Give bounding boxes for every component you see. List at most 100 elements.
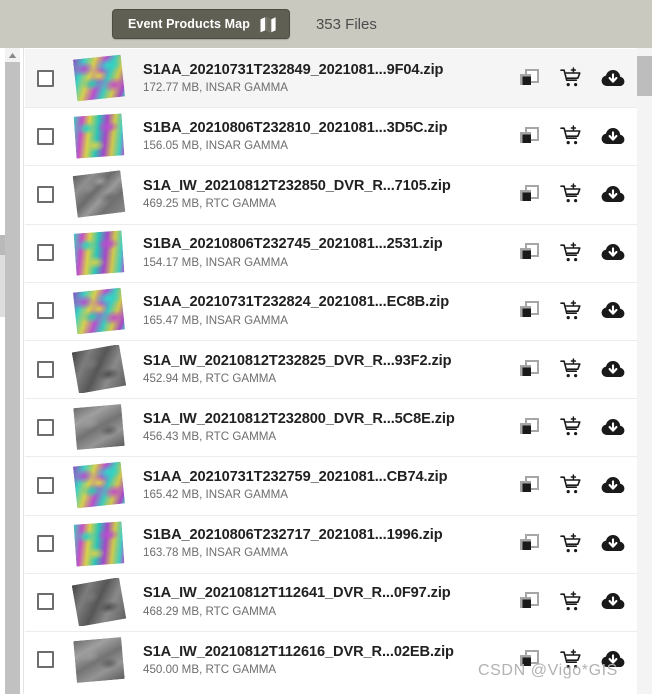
product-list-page: Event Products Map 353 Files S1AA_202107… [0,0,652,694]
thumbnail-image [72,577,127,626]
file-select-checkbox[interactable] [37,651,54,669]
file-select-checkbox[interactable] [37,593,54,611]
file-name: S1AA_20210731T232824_2021081...EC8B.zip [143,294,450,311]
file-actions [517,590,629,614]
copy-layers-icon[interactable] [517,66,541,90]
file-row[interactable]: S1AA_20210731T232824_2021081...EC8B.zip 1… [25,281,637,340]
cloud-download-icon[interactable] [601,66,625,90]
copy-layers-icon[interactable] [517,299,541,323]
cloud-download-icon[interactable] [601,590,625,614]
copy-layers-icon[interactable] [517,648,541,672]
thumbnail-image [72,170,126,219]
add-to-cart-icon[interactable] [559,648,583,672]
thumbnail-image [72,287,126,335]
file-row[interactable]: S1AA_20210731T232849_2021081...9F04.zip 1… [25,49,637,108]
add-to-cart-icon[interactable] [559,415,583,439]
file-actions [517,299,629,323]
add-to-cart-icon[interactable] [559,590,583,614]
file-details: 165.42 MB, INSAR GAMMA [143,488,288,502]
file-count-label: 353 Files [315,15,377,33]
scroll-up-arrow-icon[interactable] [5,48,20,62]
add-to-cart-icon[interactable] [559,66,583,90]
right-scrollbar-corner [637,48,652,56]
add-to-cart-icon[interactable] [559,182,583,206]
right-scrollbar-thumb[interactable] [637,56,652,96]
file-select-checkbox[interactable] [37,69,54,87]
file-thumbnail [72,461,127,509]
add-to-cart-icon[interactable] [559,241,583,265]
left-scrollbar-thumb[interactable] [5,62,20,694]
file-meta: S1A_IW_20210812T232825_DVR_R...93F2.zip 4… [143,352,517,387]
file-select-checkbox[interactable] [37,535,54,553]
file-thumbnail [72,112,127,160]
file-select-checkbox[interactable] [37,127,54,145]
left-panel-edge [0,255,5,317]
right-scrollbar-track[interactable] [637,48,652,694]
file-meta: S1AA_20210731T232824_2021081...EC8B.zip 1… [143,293,517,328]
file-name: S1BA_20210806T232717_2021081...1996.zip [143,527,443,544]
cloud-download-icon[interactable] [601,299,625,323]
toolbar: Event Products Map 353 Files [0,0,652,48]
file-actions [517,473,629,497]
cloud-download-icon[interactable] [601,124,625,148]
add-to-cart-icon[interactable] [559,124,583,148]
cloud-download-icon[interactable] [601,648,625,672]
thumbnail-image [72,345,127,394]
left-panel-handle[interactable] [0,235,5,255]
file-select-checkbox[interactable] [37,476,54,494]
map-icon [260,16,276,33]
file-meta: S1A_IW_20210812T112641_DVR_R...0F97.zip 4… [143,584,517,619]
cloud-download-icon[interactable] [601,182,625,206]
copy-layers-icon[interactable] [517,532,541,556]
copy-layers-icon[interactable] [517,357,541,381]
file-row[interactable]: S1A_IW_20210812T112616_DVR_R...02EB.zip 4… [25,630,637,690]
file-thumbnail [72,170,127,219]
file-row[interactable]: S1BA_20210806T232717_2021081...1996.zip 1… [25,514,637,573]
copy-layers-icon[interactable] [517,415,541,439]
file-row[interactable]: S1A_IW_20210812T112641_DVR_R...0F97.zip 4… [25,572,637,631]
file-select-checkbox[interactable] [37,418,54,436]
file-details: 154.17 MB, INSAR GAMMA [143,255,288,269]
copy-layers-icon[interactable] [517,124,541,148]
add-to-cart-icon[interactable] [559,299,583,323]
cloud-download-icon[interactable] [601,473,625,497]
copy-layers-icon[interactable] [517,182,541,206]
file-actions [517,66,629,90]
thumbnail-image [73,230,125,276]
thumbnail-image [73,113,125,159]
file-thumbnail [72,403,127,451]
file-meta: S1A_IW_20210812T232800_DVR_R...5C8E.zip 4… [143,410,517,445]
event-products-map-button[interactable]: Event Products Map [112,9,290,39]
file-row[interactable]: S1AA_20210731T232759_2021081...CB74.zip 1… [25,456,637,515]
add-to-cart-icon[interactable] [559,473,583,497]
cloud-download-icon[interactable] [601,415,625,439]
file-select-checkbox[interactable] [37,360,54,378]
file-row[interactable]: S1BA_20210806T232745_2021081...2531.zip 1… [25,223,637,282]
cloud-download-icon[interactable] [601,357,625,381]
file-actions [517,124,629,148]
file-thumbnail [72,54,127,102]
file-select-checkbox[interactable] [37,185,54,203]
thumbnail-image [73,404,125,451]
copy-layers-icon[interactable] [517,473,541,497]
file-details: 468.29 MB, RTC GAMMA [143,604,277,618]
file-row[interactable]: S1A_IW_20210812T232825_DVR_R...93F2.zip 4… [25,339,637,399]
file-select-checkbox[interactable] [37,244,54,262]
cloud-download-icon[interactable] [601,241,625,265]
file-row[interactable]: S1BA_20210806T232810_2021081...3D5C.zip 1… [25,107,637,166]
thumbnail-image [73,520,125,567]
file-meta: S1BA_20210806T232810_2021081...3D5C.zip 1… [143,119,517,154]
thumbnail-image [73,636,125,683]
file-select-checkbox[interactable] [37,302,54,320]
file-details: 469.25 MB, RTC GAMMA [143,197,277,211]
add-to-cart-icon[interactable] [559,357,583,381]
file-row[interactable]: S1A_IW_20210812T232850_DVR_R...7105.zip 4… [25,165,637,224]
file-row[interactable]: S1A_IW_20210812T232800_DVR_R...5C8E.zip 4… [25,398,637,457]
add-to-cart-icon[interactable] [559,532,583,556]
cloud-download-icon[interactable] [601,532,625,556]
file-name: S1A_IW_20210812T232825_DVR_R...93F2.zip [143,352,452,369]
file-name: S1BA_20210806T232810_2021081...3D5C.zip [143,119,448,136]
copy-layers-icon[interactable] [517,590,541,614]
file-name: S1BA_20210806T232745_2021081...2531.zip [143,236,443,253]
copy-layers-icon[interactable] [517,241,541,265]
